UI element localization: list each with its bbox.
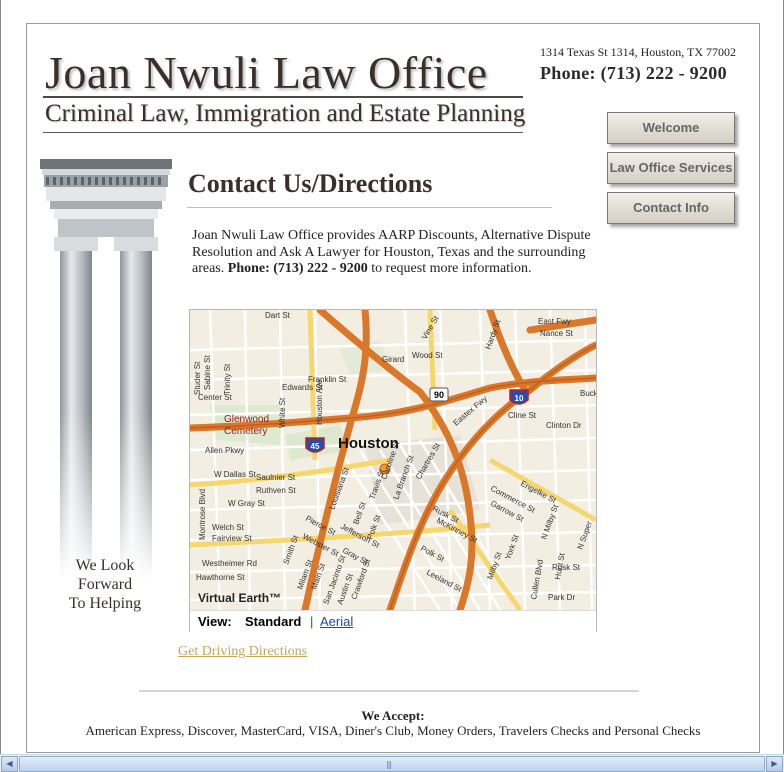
highway-shield-90: 90 <box>429 387 449 402</box>
svg-text:Buck: Buck <box>580 389 596 398</box>
svg-text:Nance St: Nance St <box>540 329 574 338</box>
accept-list: American Express, Discover, MasterCard, … <box>85 723 701 738</box>
nav-services-label: Law Office Services <box>609 160 733 175</box>
sidebar-tagline: We Look Forward To Helping <box>47 556 163 613</box>
nav-services-button[interactable]: Law Office Services <box>607 152 735 184</box>
heading-rule <box>187 207 552 208</box>
svg-text:Wood St: Wood St <box>412 351 443 360</box>
pillar-illustration <box>40 159 172 579</box>
svg-text:Houston Ave: Houston Ave <box>315 379 324 425</box>
map-view-separator: | <box>310 614 314 629</box>
header-address: 1314 Texas St 1314, Houston, TX 77002 <box>540 45 737 59</box>
svg-text:Montrose Blvd: Montrose Blvd <box>198 489 207 540</box>
tagline-line-3: To Helping <box>68 595 142 612</box>
svg-text:W Gray St: W Gray St <box>228 499 266 508</box>
svg-text:W Dallas St: W Dallas St <box>214 470 257 479</box>
intro-phone-label: Phone: <box>227 261 270 276</box>
svg-text:Clinton Dr: Clinton Dr <box>546 421 582 430</box>
svg-text:Trinity St: Trinity St <box>223 363 232 395</box>
map-widget[interactable]: 90 10 45 Houston Glenwood Cemetery Dart … <box>189 309 597 632</box>
svg-text:Glenwood: Glenwood <box>224 414 269 425</box>
subtitle-rule <box>43 132 523 133</box>
svg-text:Sabine St: Sabine St <box>203 355 212 390</box>
scroll-left-arrow-icon[interactable]: ◀ <box>1 756 18 772</box>
page-heading: Contact Us/Directions <box>188 169 433 198</box>
svg-text:Hawthorne St: Hawthorne St <box>196 573 245 582</box>
tagline-line-2: Forward <box>77 576 133 593</box>
svg-text:Cemetery: Cemetery <box>224 426 267 437</box>
driving-directions-link[interactable]: Get Driving Directions <box>178 644 307 660</box>
svg-text:90: 90 <box>434 390 444 400</box>
horizontal-scrollbar[interactable]: ◀ ||| ▶ <box>0 754 784 772</box>
svg-text:Ruthven St: Ruthven St <box>256 486 296 495</box>
highway-shield-10: 10 <box>509 389 529 405</box>
title-rule <box>43 96 523 98</box>
window-border-left <box>0 0 1 755</box>
page-frame: Joan Nwuli Law Office Criminal Law, Immi… <box>26 23 760 753</box>
map-view-label: View: <box>198 614 232 629</box>
map-view-standard[interactable]: Standard <box>245 611 301 632</box>
scroll-right-arrow-icon[interactable]: ▶ <box>766 756 783 772</box>
intro-phone: (713) 222 - 9200 <box>273 261 368 276</box>
map-view-bar: View: Standard | Aerial <box>190 610 596 632</box>
svg-text:Saulnier St: Saulnier St <box>256 473 296 482</box>
nav-welcome-button[interactable]: Welcome <box>607 112 735 144</box>
svg-text:Cline St: Cline St <box>508 411 537 420</box>
svg-text:Virtual Earth™: Virtual Earth™ <box>198 591 281 605</box>
scroll-grip-icon: ||| <box>386 760 392 769</box>
svg-text:Studer St: Studer St <box>193 361 202 395</box>
highway-shield-45: 45 <box>305 437 325 453</box>
svg-text:10: 10 <box>515 394 524 403</box>
nav-contact-button[interactable]: Contact Info <box>607 192 735 224</box>
tagline-line-1: We Look <box>75 557 135 574</box>
intro-paragraph: Joan Nwuli Law Office provides AARP Disc… <box>192 228 596 278</box>
footer-rule <box>139 690 639 692</box>
nav-contact-label: Contact Info <box>633 200 709 215</box>
svg-text:Dart St: Dart St <box>265 311 291 320</box>
svg-text:Fairview St: Fairview St <box>212 534 252 543</box>
site-subtitle: Criminal Law, Immigration and Estate Pla… <box>45 100 526 127</box>
nav-welcome-label: Welcome <box>642 120 700 135</box>
site-title: Joan Nwuli Law Office <box>45 47 488 98</box>
map-canvas[interactable]: 90 10 45 Houston Glenwood Cemetery Dart … <box>190 310 596 610</box>
svg-text:White St: White St <box>278 397 287 428</box>
intro-tail: to request more information. <box>371 261 532 276</box>
svg-text:East Fwy: East Fwy <box>538 317 571 326</box>
svg-text:Allen Pkwy: Allen Pkwy <box>205 446 244 455</box>
svg-text:Park Dr: Park Dr <box>548 593 575 602</box>
header-phone: Phone: (713) 222 - 9200 <box>540 63 727 83</box>
svg-text:Westheimer Rd: Westheimer Rd <box>202 559 257 568</box>
svg-text:Welch St: Welch St <box>212 523 245 532</box>
scroll-thumb[interactable]: ||| <box>19 756 765 772</box>
accept-title: We Accept: <box>361 708 425 723</box>
map-view-aerial-link[interactable]: Aerial <box>320 611 353 632</box>
svg-text:Girard: Girard <box>382 355 404 364</box>
svg-text:45: 45 <box>311 442 320 451</box>
